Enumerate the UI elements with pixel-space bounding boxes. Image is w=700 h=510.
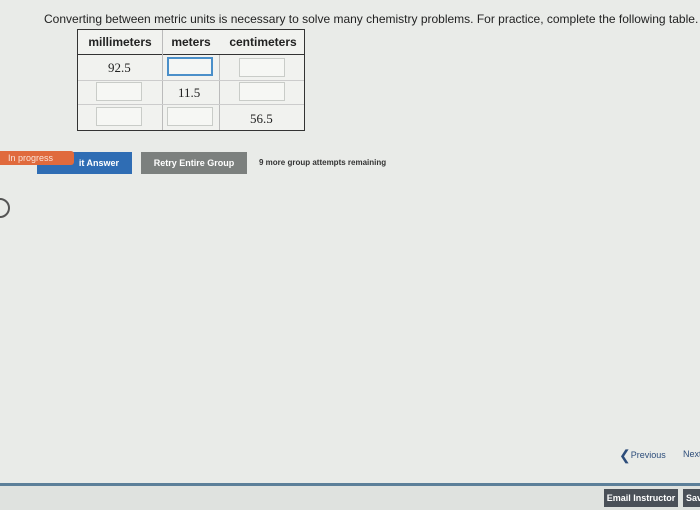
header-centimeters: centimeters bbox=[229, 35, 297, 49]
footer-bar bbox=[0, 483, 700, 510]
cell-mm-row1: 92.5 bbox=[108, 60, 131, 75]
input-m-row3[interactable] bbox=[167, 107, 213, 126]
status-badge: In progress bbox=[0, 151, 74, 165]
cell-cm-row3: 56.5 bbox=[250, 111, 273, 126]
conversion-table: millimeters meters centimeters 92.5 11.5… bbox=[77, 29, 305, 131]
instructions-text: Converting between metric units is neces… bbox=[44, 12, 699, 26]
header-meters: meters bbox=[171, 35, 211, 49]
input-m-row1[interactable] bbox=[167, 57, 213, 76]
email-instructor-button[interactable]: Email Instructor bbox=[604, 489, 678, 507]
attempts-remaining-text: 9 more group attempts remaining bbox=[259, 158, 387, 167]
save-button[interactable]: Sav bbox=[683, 489, 700, 507]
previous-label: Previous bbox=[630, 449, 666, 460]
input-cm-row2[interactable] bbox=[239, 82, 285, 101]
circle-icon[interactable] bbox=[0, 198, 10, 218]
input-cm-row1[interactable] bbox=[239, 58, 285, 77]
input-mm-row3[interactable] bbox=[96, 107, 142, 126]
cell-m-row2: 11.5 bbox=[178, 85, 201, 100]
next-link[interactable]: Next bbox=[683, 449, 700, 459]
header-millimeters: millimeters bbox=[88, 35, 152, 49]
previous-link[interactable]: ❮Previous bbox=[619, 447, 666, 464]
chevron-left-icon: ❮ bbox=[619, 447, 631, 463]
retry-entire-group-button[interactable]: Retry Entire Group bbox=[141, 152, 247, 174]
input-mm-row2[interactable] bbox=[96, 82, 142, 101]
